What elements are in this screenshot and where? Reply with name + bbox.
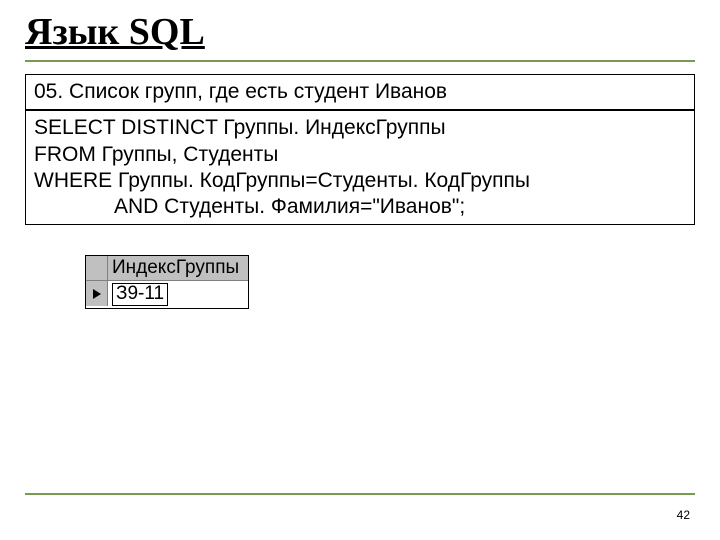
row-selector-current	[86, 281, 108, 306]
task-box: 05. Список групп, где есть студент Ивано…	[25, 74, 695, 110]
footer-rule	[25, 493, 695, 495]
slide-title: Язык SQL	[25, 10, 695, 54]
sql-line-1: SELECT DISTINCT Группы. ИндексГруппы	[34, 115, 686, 141]
column-header: ИндексГруппы	[108, 256, 248, 281]
task-text: 05. Список групп, где есть студент Ивано…	[34, 79, 686, 105]
sql-line-3: WHERE Группы. КодГруппы=Студенты. КодГру…	[34, 168, 686, 194]
result-grid: ИндексГруппы З9-11	[85, 255, 249, 309]
data-value: З9-11	[112, 283, 168, 306]
row-selector-header	[86, 256, 108, 281]
grid-data-row: З9-11	[86, 281, 248, 308]
grid-header-row: ИндексГруппы	[86, 256, 248, 281]
sql-box: SELECT DISTINCT Группы. ИндексГруппы FRO…	[25, 110, 695, 225]
sql-line-2: FROM Группы, Студенты	[34, 142, 686, 168]
sql-line-4: AND Студенты. Фамилия="Иванов";	[34, 194, 686, 220]
data-cell: З9-11	[108, 281, 248, 308]
page-number: 42	[677, 508, 690, 522]
title-rule	[25, 60, 695, 62]
current-row-icon	[92, 288, 102, 300]
